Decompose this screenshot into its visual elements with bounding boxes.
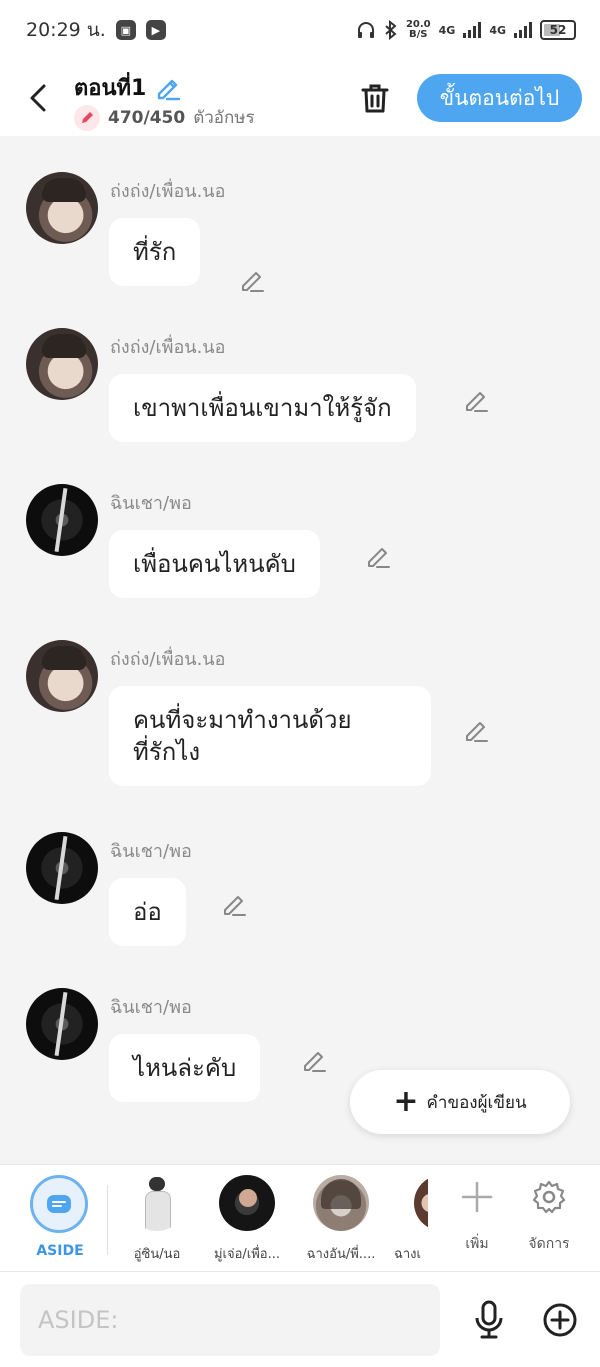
chevron-left-icon: [30, 84, 46, 112]
signal-icon-1: [463, 22, 482, 38]
sender-name: ถ่งถ่ง/เพื่อน.นอ: [110, 337, 226, 358]
character-avatar: [414, 1175, 428, 1231]
character-avatar: [313, 1175, 369, 1231]
author-note-button[interactable]: + คำของผู้เขียน: [350, 1070, 570, 1134]
character-bar: ASIDE อู่ซิน/นอ มู่เจ่อ/เพื่อ... ฉางอัน/…: [0, 1164, 600, 1272]
sender-name: ถ่งถ่ง/เพื่อน.นอ: [110, 649, 226, 670]
edit-message-icon[interactable]: [462, 716, 490, 744]
message-bubble[interactable]: คนที่จะมาทำงานด้วย ที่รักไง: [109, 686, 431, 786]
battery-level: 52: [549, 23, 567, 37]
add-label: เพิ่ม: [465, 1236, 489, 1252]
edit-title-icon[interactable]: [154, 74, 182, 102]
plus-icon: +: [393, 1084, 419, 1119]
plus-circle-icon: [543, 1303, 577, 1337]
char-count-unit: ตัวอักษร: [193, 108, 255, 128]
character-name: ฉางเ: [394, 1247, 421, 1262]
edit-message-icon[interactable]: [300, 1046, 328, 1074]
input-bar: [0, 1272, 600, 1367]
avatar[interactable]: [26, 172, 98, 244]
char-count: 470/450 ตัวอักษร: [74, 104, 255, 131]
top-bar: ตอนที่1 470/450 ตัวอักษร ขั้นตอนต่อไป: [0, 60, 600, 136]
edit-message-icon[interactable]: [462, 386, 490, 414]
play-notification-icon: ▶: [145, 20, 166, 40]
net-speed: 20.0 B/S: [406, 20, 431, 40]
signal-icon-2: [514, 22, 532, 38]
pencil-badge-icon: [74, 104, 100, 131]
add-attachment-button[interactable]: [540, 1300, 580, 1340]
status-time: 20:29 น.: [26, 19, 106, 41]
divider: [107, 1185, 108, 1255]
app-notification-icon: ▣: [115, 20, 136, 40]
message-bubble[interactable]: ที่รัก: [109, 218, 201, 286]
avatar[interactable]: [26, 640, 98, 712]
character-avatar: [219, 1175, 275, 1231]
microphone-icon: [475, 1300, 503, 1339]
gear-icon: [532, 1180, 566, 1214]
edit-message-icon[interactable]: [364, 542, 392, 570]
message-line: คนที่จะมาทำงานด้วย: [133, 706, 352, 734]
add-character-button[interactable]: เพิ่ม: [442, 1179, 512, 1255]
character-name: มู่เจ่อ/เพื่อ...: [213, 1247, 281, 1262]
network-type-1: 4G: [438, 23, 456, 37]
character-item[interactable]: อู่ซิน/นอ: [115, 1175, 199, 1264]
status-bar: 20:29 น. ▣ ▶ 20.0 B/S 4G 4G 52: [0, 0, 600, 60]
manage-label: จัดการ: [528, 1236, 570, 1252]
back-button[interactable]: [22, 78, 54, 118]
char-count-value: 470/450: [108, 107, 186, 128]
edit-message-icon[interactable]: [238, 266, 266, 294]
message-input[interactable]: [20, 1284, 440, 1356]
net-speed-unit: B/S: [409, 29, 428, 40]
message-line: ที่รักไง: [133, 738, 201, 766]
headphones-icon: [357, 22, 374, 38]
author-note-label: คำของผู้เขียน: [426, 1092, 527, 1113]
avatar[interactable]: [26, 328, 98, 400]
sender-name: ฉินเชา/พอ: [110, 997, 192, 1018]
avatar[interactable]: [26, 988, 98, 1060]
bluetooth-icon: [385, 20, 397, 40]
sender-name: ฉินเชา/พอ: [110, 493, 192, 514]
sender-name: ฉินเชา/พอ: [110, 841, 192, 862]
message-bubble[interactable]: เพื่อนคนไหนคับ: [109, 530, 320, 598]
sender-name: ถ่งถ่ง/เพื่อน.นอ: [110, 181, 226, 202]
next-step-button[interactable]: ขั้นตอนต่อไป: [417, 74, 582, 122]
network-type-2: 4G: [489, 23, 506, 37]
avatar[interactable]: [26, 832, 98, 904]
plus-icon: [461, 1181, 493, 1213]
aside-label: ASIDE: [36, 1243, 84, 1259]
character-item[interactable]: ฉางเ: [386, 1175, 428, 1264]
avatar[interactable]: [26, 484, 98, 556]
edit-message-icon[interactable]: [220, 890, 248, 918]
episode-title: ตอนที่1: [74, 76, 147, 101]
character-name: อู่ซิน/นอ: [133, 1247, 181, 1262]
delete-button[interactable]: [356, 78, 394, 118]
message-bubble[interactable]: อ่อ: [109, 878, 186, 946]
aside-selector[interactable]: ASIDE: [30, 1175, 90, 1259]
message-bubble[interactable]: ไหนล่ะคับ: [109, 1034, 261, 1102]
character-avatar: [129, 1175, 185, 1231]
message-bubble[interactable]: เขาพาเพื่อนเขามาให้รู้จัก: [109, 374, 416, 442]
character-item[interactable]: ฉางอัน/พี่....: [299, 1175, 383, 1264]
manage-button[interactable]: จัดการ: [514, 1179, 584, 1255]
narration-icon: [47, 1195, 71, 1213]
voice-input-button[interactable]: [470, 1298, 508, 1342]
chat-area: ถ่งถ่ง/เพื่อน.นอ ที่รัก ถ่งถ่ง/เพื่อน.นอ…: [0, 136, 600, 1164]
battery-icon: 52: [540, 20, 576, 40]
trash-icon: [361, 84, 389, 113]
character-name: ฉางอัน/พี่....: [306, 1247, 376, 1262]
character-item[interactable]: มู่เจ่อ/เพื่อ...: [205, 1175, 289, 1264]
